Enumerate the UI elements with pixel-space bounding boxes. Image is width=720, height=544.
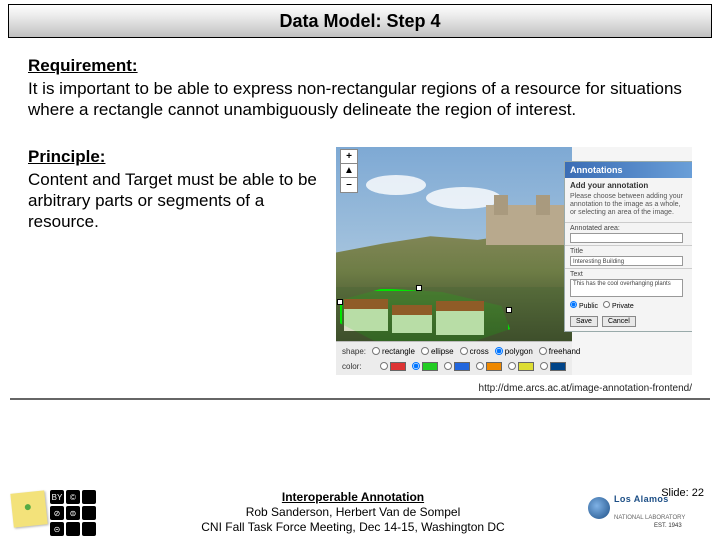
footer-divider [10,398,710,400]
area-input[interactable] [570,233,683,243]
shape-toolbar: shape: rectangle ellipse cross polygon f… [336,341,572,375]
zoom-out-button[interactable]: – [341,178,357,192]
principle-block: Principle: Content and Target must be ab… [28,147,328,375]
private-radio[interactable]: Private [603,301,634,310]
lanl-est: EST. 1943 [654,523,682,529]
color-option[interactable] [444,362,470,371]
shape-option[interactable]: polygon [495,347,533,356]
selection-handle[interactable] [506,307,512,313]
color-option[interactable] [476,362,502,371]
cc-badges: BY© ⊘⊜ ⊝ [50,490,96,536]
shape-option[interactable]: freehand [539,347,581,356]
principle-body: Content and Target must be able to be ar… [28,169,328,233]
slide-title-bar: Data Model: Step 4 [8,4,712,38]
panel-instruction: Please choose between adding your annota… [565,193,692,222]
cancel-button[interactable]: Cancel [602,316,636,327]
panel-text-row: Text This has the cool overhanging plant… [565,268,692,299]
shape-option[interactable]: ellipse [421,347,454,356]
requirement-heading: Requirement: [28,56,692,76]
panel-title: Annotations [565,162,692,178]
lanl-sub: NATIONAL LABORATORY [614,515,685,521]
figure-source-url: http://dme.arcs.ac.at/image-annotation-f… [0,383,692,394]
public-radio[interactable]: Public [570,301,598,310]
slide-title: Data Model: Step 4 [279,11,440,32]
sticky-note-icon [10,490,47,527]
lanl-globe-icon [588,497,610,519]
selection-handle[interactable] [337,299,343,305]
shape-label: shape: [342,347,366,356]
photo-tower [536,195,550,215]
color-option[interactable] [380,362,406,371]
zoom-reset-button[interactable]: ▲ [341,164,357,178]
shape-option[interactable]: rectangle [372,347,415,356]
footer-venue: CNI Fall Task Force Meeting, Dec 14-15, … [122,520,584,535]
lanl-logo: Slide: 22 Los Alamos NATIONAL LABORATORY… [584,489,714,535]
content-area: Requirement: It is important to be able … [0,38,720,375]
principle-heading: Principle: [28,147,328,167]
footer-center: Interoperable Annotation Rob Sanderson, … [122,490,584,535]
title-input[interactable]: Interesting Building [570,256,683,266]
panel-area-row: Annotated area: [565,222,692,245]
requirement-body: It is important to be able to express no… [28,78,692,121]
footer-title: Interoperable Annotation [122,490,584,505]
lanl-name: Los Alamos [614,495,669,504]
panel-title-row: Title Interesting Building [565,245,692,268]
photo-cloud [366,175,426,195]
footer-icons: BY© ⊘⊜ ⊝ [12,488,122,536]
color-option[interactable] [412,362,438,371]
shape-option[interactable]: cross [460,347,489,356]
color-option[interactable] [540,362,566,371]
annotation-panel: Annotations Add your annotation Please c… [564,161,692,332]
requirement-block: Requirement: It is important to be able … [28,56,692,121]
color-option[interactable] [508,362,534,371]
text-input[interactable]: This has the cool overhanging plants [570,279,683,297]
slide-footer: BY© ⊘⊜ ⊝ Interoperable Annotation Rob Sa… [0,486,720,538]
zoom-control: + ▲ – [340,149,358,193]
annotation-tool-screenshot: + ▲ – shape: rectangle ellipse cross pol… [336,147,692,375]
photo-tower [494,195,508,215]
zoom-in-button[interactable]: + [341,150,357,164]
save-button[interactable]: Save [570,316,598,327]
color-label: color: [342,362,374,371]
selection-handle[interactable] [416,285,422,291]
panel-subtitle: Add your annotation [565,178,692,193]
footer-authors: Rob Sanderson, Herbert Van de Sompel [122,505,584,520]
